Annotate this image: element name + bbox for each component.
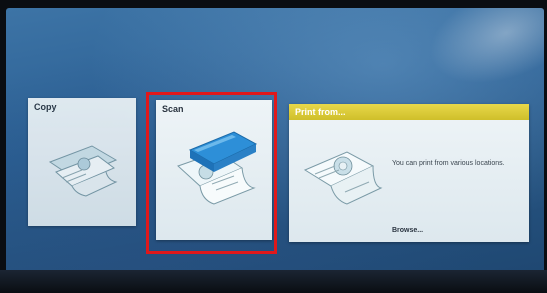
print-from-description: You can print from various locations.	[392, 160, 505, 167]
copy-tile[interactable]: Copy	[28, 98, 136, 226]
print-from-icon	[303, 151, 383, 205]
copy-icon	[48, 145, 118, 197]
scan-highlight-box	[146, 92, 277, 254]
printer-display: Copy Scan Print from... You can print fr…	[6, 8, 544, 286]
screen-glare	[415, 8, 544, 103]
browse-link[interactable]: Browse...	[392, 227, 423, 234]
device-bezel	[0, 270, 547, 293]
print-from-tile-title: Print from...	[295, 107, 346, 117]
print-from-tile[interactable]: Print from... You can print from various…	[289, 104, 529, 242]
copy-tile-title: Copy	[34, 102, 57, 112]
